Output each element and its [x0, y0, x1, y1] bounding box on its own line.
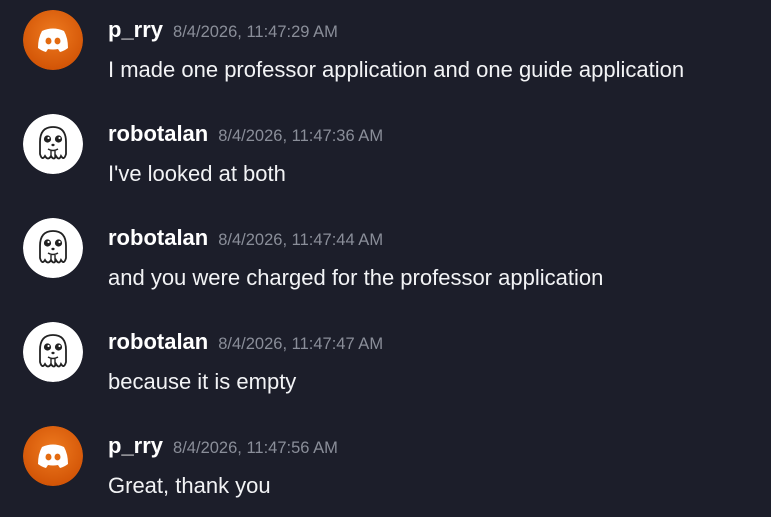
- message-item: p_rry 8/4/2026, 11:47:56 AM Great, thank …: [0, 416, 771, 498]
- timestamp: 8/4/2026, 11:47:29 AM: [173, 23, 338, 41]
- username[interactable]: robotalan: [108, 225, 208, 250]
- message-header: robotalan 8/4/2026, 11:47:44 AM: [108, 223, 383, 256]
- message-header: robotalan 8/4/2026, 11:47:36 AM: [108, 119, 383, 152]
- discord-logo-icon: [23, 426, 83, 486]
- username[interactable]: p_rry: [108, 433, 163, 458]
- avatar[interactable]: [23, 10, 83, 70]
- discord-logo-icon: [23, 10, 83, 70]
- avatar[interactable]: [23, 218, 83, 278]
- avatar[interactable]: [23, 322, 83, 382]
- message-text: I made one professor application and one…: [108, 57, 685, 82]
- ghost-robot-icon: [23, 218, 83, 278]
- avatar[interactable]: [23, 426, 83, 486]
- username[interactable]: robotalan: [108, 121, 208, 146]
- message-text: I've looked at both: [108, 161, 286, 186]
- timestamp: 8/4/2026, 11:47:47 AM: [218, 335, 384, 353]
- message-item: robotalan 8/4/2026, 11:47:36 AM I've look…: [0, 104, 771, 186]
- message-item: robotalan 8/4/2026, 11:47:44 AM and you w…: [0, 208, 771, 290]
- message-item: robotalan 8/4/2026, 11:47:47 AM because i…: [0, 312, 771, 394]
- message-item: p_rry 8/4/2026, 11:47:29 AM I made one pr…: [0, 0, 771, 82]
- chat-log: p_rry 8/4/2026, 11:47:29 AM I made one pr…: [0, 0, 771, 517]
- avatar[interactable]: [23, 114, 83, 174]
- username[interactable]: p_rry: [108, 17, 163, 42]
- message-header: robotalan 8/4/2026, 11:47:47 AM: [108, 327, 383, 360]
- message-header: p_rry 8/4/2026, 11:47:56 AM: [108, 431, 338, 464]
- ghost-robot-icon: [23, 114, 83, 174]
- timestamp: 8/4/2026, 11:47:56 AM: [173, 439, 338, 457]
- message-text: because it is empty: [108, 369, 297, 394]
- message-text: and you were charged for the professor a…: [108, 265, 604, 290]
- ghost-robot-icon: [23, 322, 83, 382]
- timestamp: 8/4/2026, 11:47:44 AM: [218, 231, 384, 249]
- message-text: Great, thank you: [108, 473, 271, 498]
- timestamp: 8/4/2026, 11:47:36 AM: [218, 127, 384, 145]
- username[interactable]: robotalan: [108, 329, 208, 354]
- message-header: p_rry 8/4/2026, 11:47:29 AM: [108, 15, 338, 48]
